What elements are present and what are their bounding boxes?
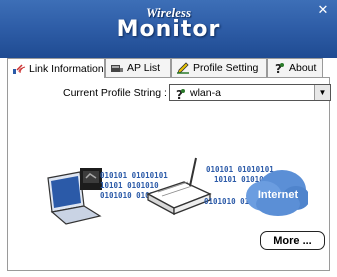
profile-select-value: wlan-a (190, 87, 221, 99)
bits-left-1: 010101 01010101 (100, 171, 168, 180)
tab-link-information[interactable]: Link Information (7, 58, 105, 78)
profile-select[interactable]: ? wlan-a ▼ (169, 84, 331, 102)
current-profile-label: Current Profile String : (63, 87, 167, 99)
tab-link-information-label: Link Information (29, 62, 104, 75)
link-information-page: Current Profile String : ? wlan-a ▼ 0101… (7, 78, 331, 271)
app-title-monitor: Monitor (116, 17, 221, 42)
tab-bar: Link Information AP List Profile Setting… (7, 58, 330, 78)
tab-ap-list-label: AP List (127, 62, 161, 74)
tab-ap-list[interactable]: AP List (105, 58, 171, 77)
internet-label: Internet (258, 189, 299, 201)
pencil-icon (176, 62, 190, 74)
wireless-monitor-window: Wireless Monitor ✕ Link Information AP L… (0, 0, 337, 277)
bits-left-2: 10101 0101010 (100, 181, 159, 190)
more-button[interactable]: More ... (260, 231, 325, 250)
tab-about[interactable]: ? About (267, 58, 323, 77)
signal-icon (12, 63, 26, 75)
connection-illustration: 010101 01010101 10101 0101010 0101010 01… (38, 148, 310, 238)
chevron-down-icon[interactable]: ▼ (314, 85, 330, 100)
laptop-icon (47, 168, 102, 225)
bits-right-1: 010101 01010101 (206, 165, 274, 174)
question-icon: ? (174, 87, 186, 105)
ap-list-icon (110, 62, 124, 74)
main-panel: Link Information AP List Profile Setting… (7, 58, 331, 271)
tab-profile-setting-label: Profile Setting (193, 62, 259, 74)
question-icon: ? (272, 62, 286, 76)
title-bar: Wireless Monitor ✕ (0, 0, 337, 58)
tab-profile-setting[interactable]: Profile Setting (171, 58, 267, 77)
tab-about-label: About (289, 62, 317, 74)
close-button[interactable]: ✕ (317, 3, 329, 16)
